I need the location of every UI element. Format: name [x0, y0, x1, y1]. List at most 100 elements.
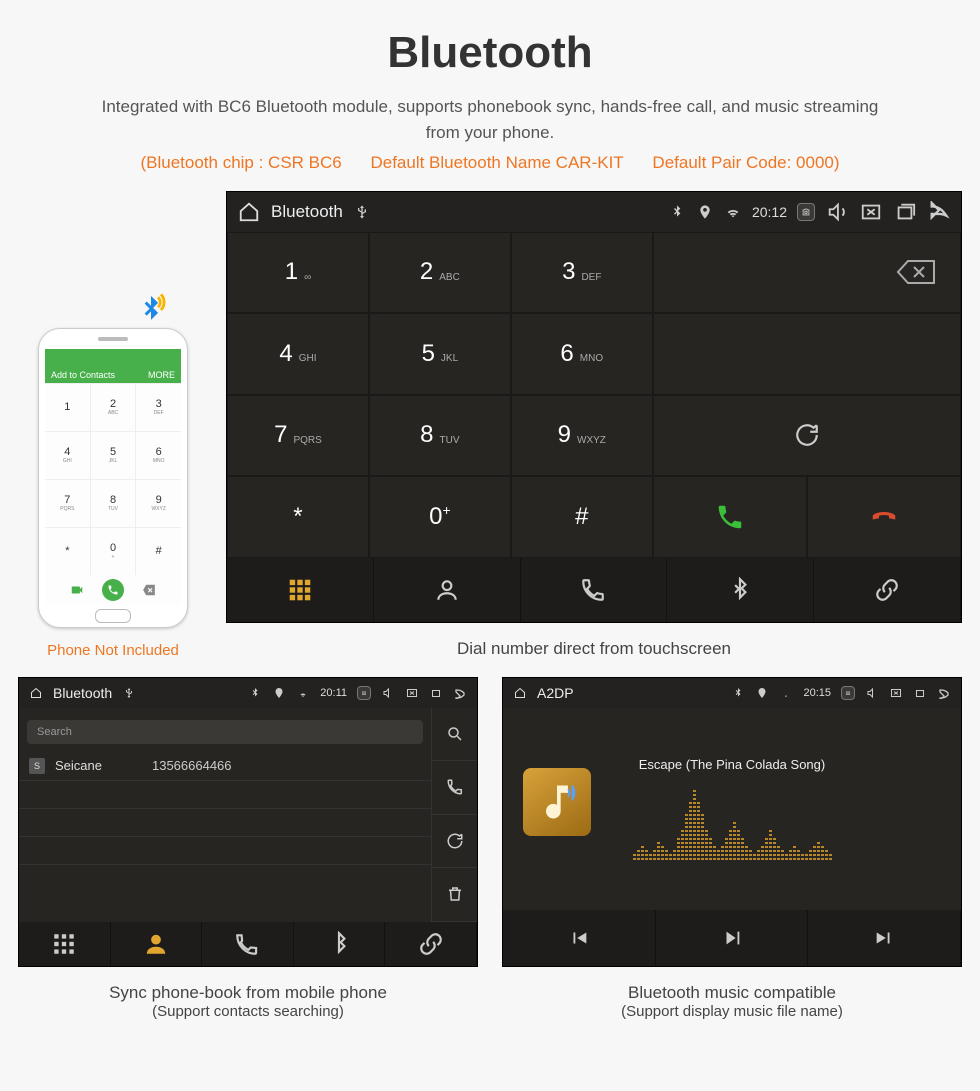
- play-pause-button[interactable]: [656, 910, 809, 966]
- tab-contacts[interactable]: [111, 922, 203, 966]
- phone-key: 1: [45, 384, 91, 431]
- phone-key: 2ABC: [91, 384, 137, 431]
- tab-recent[interactable]: [521, 558, 668, 622]
- equalizer-visual: [572, 780, 892, 860]
- side-sync-button[interactable]: [431, 815, 477, 869]
- recent-apps-icon[interactable]: [893, 200, 917, 224]
- wifi-icon: [296, 686, 310, 700]
- tab-keypad[interactable]: [227, 558, 374, 622]
- location-icon: [755, 686, 769, 700]
- contact-row-empty: [19, 865, 431, 893]
- backspace-icon[interactable]: [896, 259, 936, 285]
- dial-key-#[interactable]: #: [511, 476, 653, 558]
- status-time: 20:11: [320, 687, 347, 699]
- recent-apps-icon[interactable]: [913, 686, 927, 700]
- phone-key: 9WXYZ: [136, 480, 181, 527]
- tab-pair[interactable]: [814, 558, 961, 622]
- dial-key-1[interactable]: 1∞: [227, 232, 369, 314]
- tab-bluetooth[interactable]: [294, 922, 386, 966]
- contact-row[interactable]: S Seicane 13566664466: [19, 752, 431, 781]
- phone-key: 3DEF: [136, 384, 181, 431]
- a2dp-title: A2DP: [537, 685, 574, 701]
- phone-key: 7PQRS: [45, 480, 91, 527]
- search-input[interactable]: Search: [27, 720, 423, 744]
- dial-key-7[interactable]: 7PQRS: [227, 395, 369, 477]
- dial-key-*[interactable]: *: [227, 476, 369, 558]
- wifi-icon: [724, 203, 742, 221]
- home-icon[interactable]: [29, 686, 43, 700]
- back-icon[interactable]: [453, 686, 467, 700]
- phone-caption: Phone Not Included: [18, 642, 208, 659]
- screenshot-icon[interactable]: [797, 203, 815, 221]
- tab-pair[interactable]: [385, 922, 477, 966]
- home-icon[interactable]: [237, 200, 261, 224]
- tab-recent[interactable]: [202, 922, 294, 966]
- a2dp-caption-sub: (Support display music file name): [502, 1003, 962, 1020]
- back-icon[interactable]: [937, 686, 951, 700]
- a2dp-caption: Bluetooth music compatible: [502, 983, 962, 1003]
- hangup-button[interactable]: [807, 476, 961, 558]
- screenshot-icon[interactable]: [357, 686, 371, 700]
- dial-key-3[interactable]: 3DEF: [511, 232, 653, 314]
- contact-row-empty: [19, 837, 431, 865]
- dial-pad: 1∞2ABC3DEF 4GHI5JKL6MNO 7PQRS8TUV9WXYZ *0+#: [227, 232, 653, 558]
- volume-icon[interactable]: [865, 686, 879, 700]
- tab-bluetooth[interactable]: [667, 558, 814, 622]
- call-button[interactable]: [653, 476, 807, 558]
- close-app-icon[interactable]: [859, 200, 883, 224]
- dial-key-5[interactable]: 5JKL: [369, 313, 511, 395]
- phone-header-left: Add to Contacts: [51, 370, 115, 380]
- video-icon: [70, 583, 84, 597]
- phone-call-button: [102, 579, 124, 601]
- recent-apps-icon[interactable]: [429, 686, 443, 700]
- song-title: Escape (The Pina Colada Song): [639, 757, 825, 772]
- contact-name: Seicane: [55, 758, 102, 773]
- phone-key: 5JKL: [91, 432, 137, 479]
- side-search-button[interactable]: [431, 708, 477, 762]
- phonebook-caption-sub: (Support contacts searching): [18, 1003, 478, 1020]
- redial-button[interactable]: [653, 395, 961, 477]
- phonebook-screen: Bluetooth 20:11 Search S Seicane: [18, 677, 478, 967]
- dial-key-9[interactable]: 9WXYZ: [511, 395, 653, 477]
- phonebook-caption: Sync phone-book from mobile phone: [18, 983, 478, 1003]
- usb-icon: [122, 686, 136, 700]
- volume-icon[interactable]: [381, 686, 395, 700]
- dialer-title: Bluetooth: [271, 202, 343, 222]
- close-app-icon[interactable]: [405, 686, 419, 700]
- wifi-icon: [779, 686, 793, 700]
- location-icon: [272, 686, 286, 700]
- contact-initial: S: [29, 758, 45, 774]
- bluetooth-spec: (Bluetooth chip : CSR BC6 Default Blueto…: [20, 153, 960, 173]
- side-call-button[interactable]: [431, 761, 477, 815]
- dial-key-6[interactable]: 6MNO: [511, 313, 653, 395]
- phone-key: 6MNO: [136, 432, 181, 479]
- next-button[interactable]: [808, 910, 961, 966]
- dial-key-4[interactable]: 4GHI: [227, 313, 369, 395]
- dial-key-0[interactable]: 0+: [369, 476, 511, 558]
- bluetooth-signal-icon: [18, 293, 208, 332]
- dialer-caption: Dial number direct from touchscreen: [226, 623, 962, 659]
- usb-icon: [353, 203, 371, 221]
- page-title: Bluetooth: [20, 28, 960, 78]
- bluetooth-status-icon: [731, 686, 745, 700]
- a2dp-screen: A2DP 20:15 Escape (The Pina Colada Song): [502, 677, 962, 967]
- location-icon: [696, 203, 714, 221]
- bluetooth-status-icon: [248, 686, 262, 700]
- side-delete-button[interactable]: [431, 868, 477, 922]
- phone-mockup: Add to Contacts MORE 12ABC3DEF4GHI5JKL6M…: [18, 293, 208, 659]
- tab-contacts[interactable]: [374, 558, 521, 622]
- prev-button[interactable]: [503, 910, 656, 966]
- dial-key-8[interactable]: 8TUV: [369, 395, 511, 477]
- album-art-icon: [523, 768, 591, 836]
- back-icon[interactable]: [927, 200, 951, 224]
- close-app-icon[interactable]: [889, 686, 903, 700]
- contact-number: 13566664466: [152, 758, 232, 773]
- phone-key: *: [45, 528, 91, 575]
- screenshot-icon[interactable]: [841, 686, 855, 700]
- dial-key-2[interactable]: 2ABC: [369, 232, 511, 314]
- backspace-icon: [142, 583, 156, 597]
- home-icon[interactable]: [513, 686, 527, 700]
- tab-keypad[interactable]: [19, 922, 111, 966]
- volume-icon[interactable]: [825, 200, 849, 224]
- spec-name: Default Bluetooth Name CAR-KIT: [358, 153, 635, 172]
